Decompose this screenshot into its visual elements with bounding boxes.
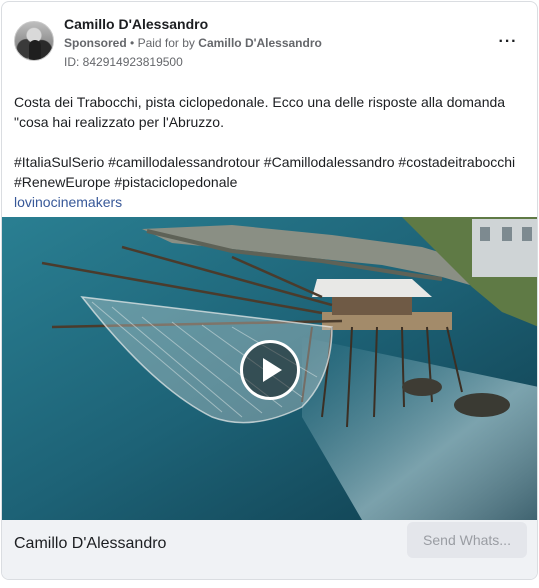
page-name[interactable]: Camillo D'Alessandro (64, 16, 208, 32)
avatar[interactable] (14, 21, 54, 61)
post-text: Costa dei Trabocchi, pista ciclopedonale… (14, 92, 529, 212)
hashtags-line-1[interactable]: #ItaliaSulSerio #camillodalessandrotour … (14, 152, 529, 172)
more-horizontal-icon: ··· (498, 33, 518, 50)
hashtags-line-2[interactable]: #RenewEurope #pistaciclopedonale (14, 172, 529, 192)
payer-name: Camillo D'Alessandro (198, 36, 322, 50)
footer-title[interactable]: Camillo D'Alessandro (14, 535, 166, 553)
ad-card: Camillo D'Alessandro Sponsored • Paid fo… (1, 1, 538, 580)
sponsored-line: Sponsored • Paid for by Camillo D'Alessa… (64, 36, 322, 50)
post-caption: Costa dei Trabocchi, pista ciclopedonale… (14, 94, 506, 130)
play-button[interactable] (240, 340, 300, 400)
play-icon (263, 358, 282, 382)
credit-link[interactable]: lovinocinemakers (14, 192, 529, 212)
paid-for-by-label: Paid for by (137, 36, 195, 50)
post-header: Camillo D'Alessandro Sponsored • Paid fo… (2, 2, 537, 78)
separator: • (130, 36, 135, 50)
sponsored-label: Sponsored (64, 36, 127, 50)
video-thumbnail[interactable] (2, 217, 537, 520)
ad-footer: Camillo D'Alessandro Send Whats... (2, 520, 537, 579)
send-whatsapp-button[interactable]: Send Whats... (407, 522, 527, 558)
ad-id: ID: 842914923819500 (64, 55, 183, 69)
more-options-button[interactable]: ··· (497, 31, 519, 53)
